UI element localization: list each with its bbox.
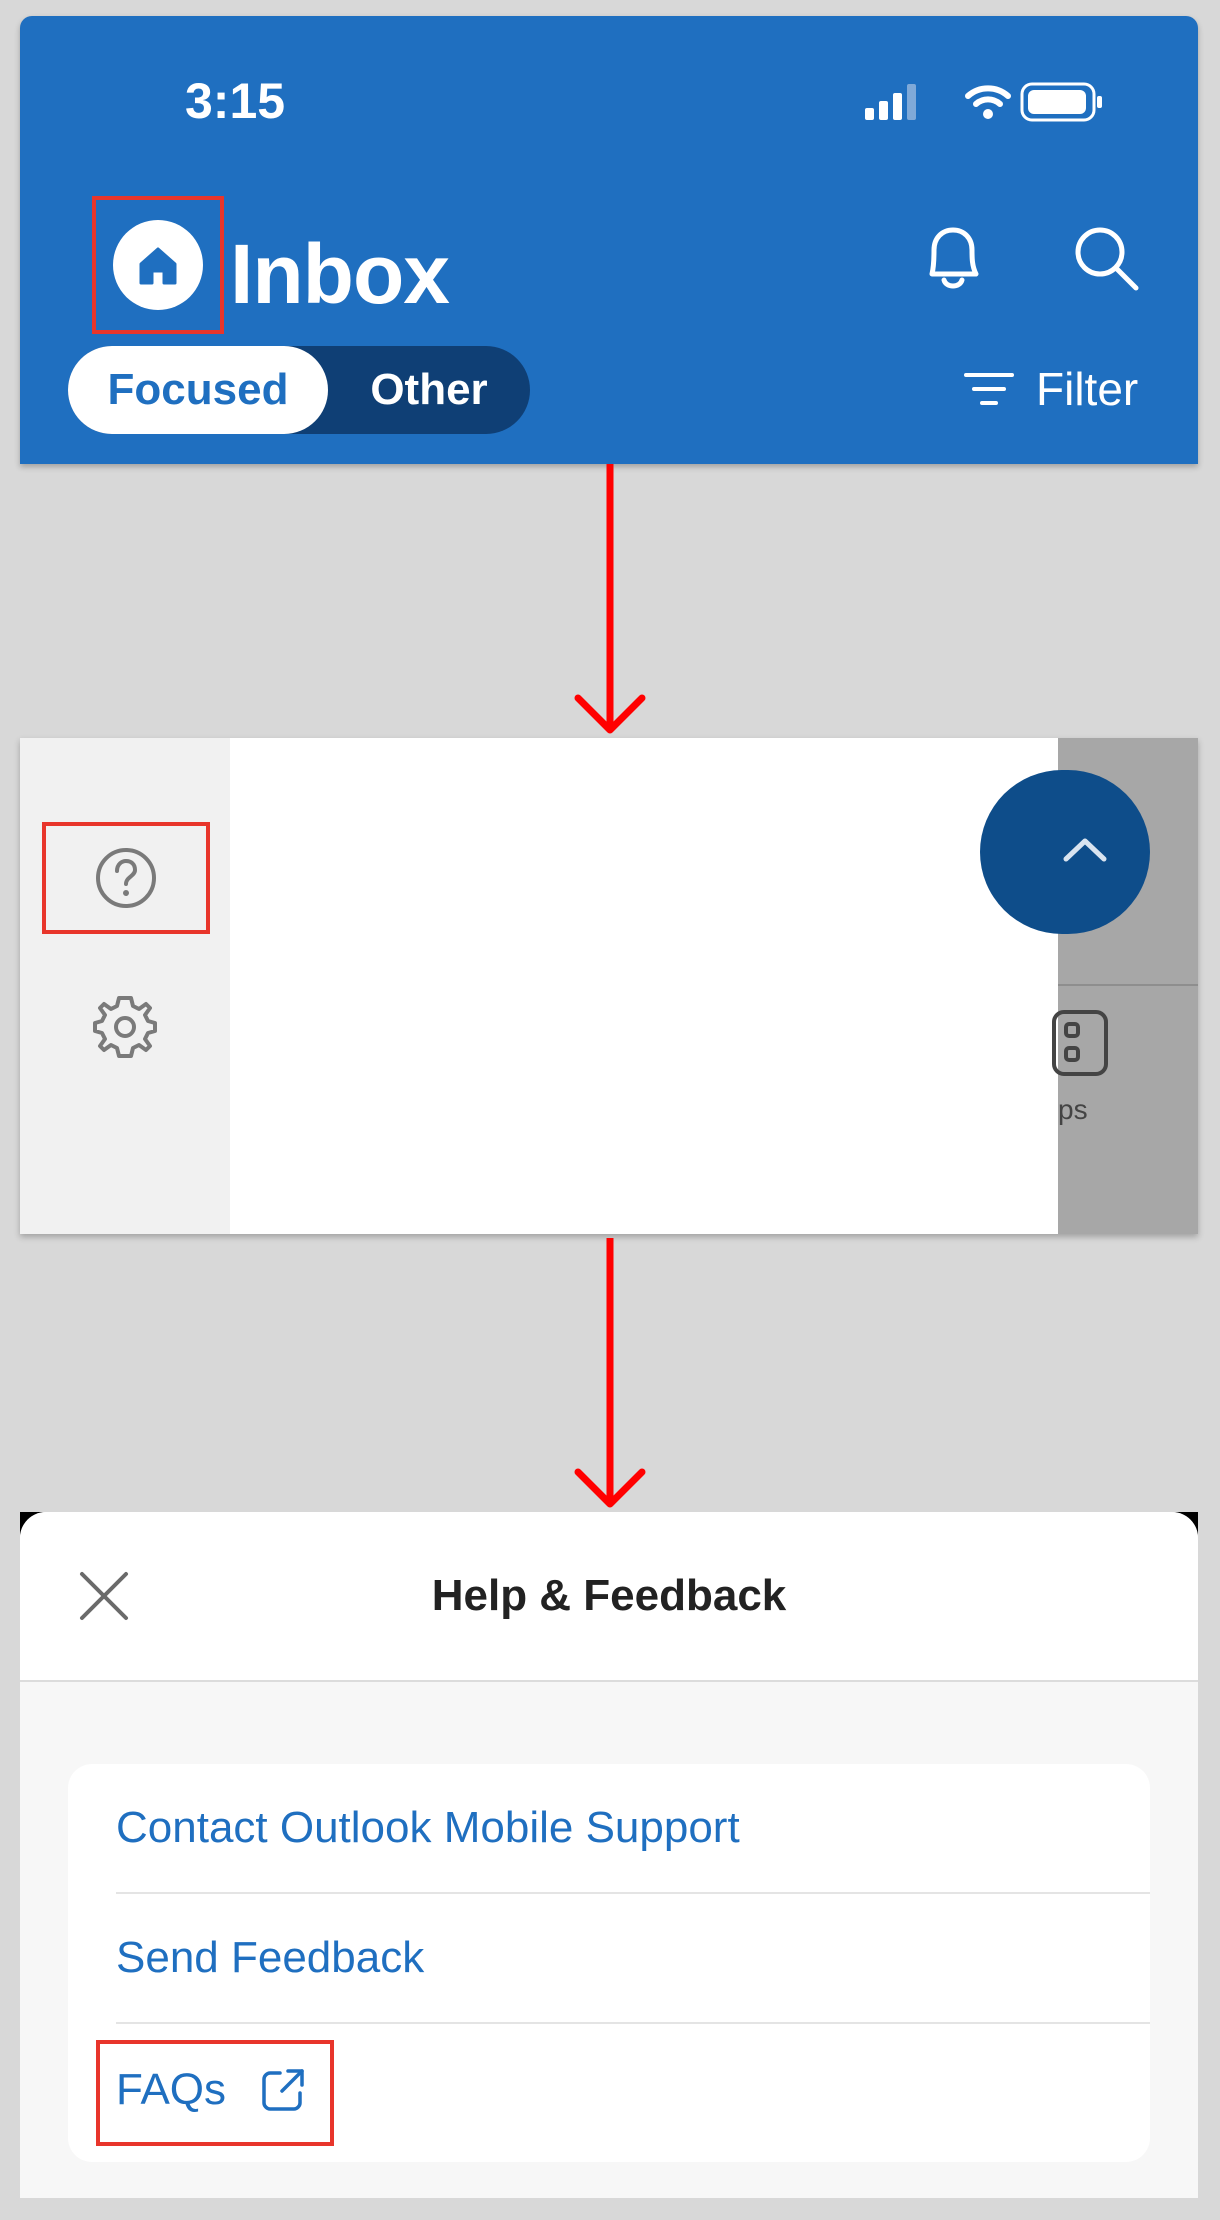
faqs-highlight-box — [96, 2040, 334, 2146]
step-arrow-1 — [574, 464, 646, 734]
step-arrow-2 — [574, 1238, 646, 1508]
status-bar-time: 3:15 — [185, 73, 286, 129]
filter-icon — [964, 373, 1014, 405]
apps-tab-label: ps — [1058, 1094, 1088, 1125]
inbox-tab-switcher: Focused Other — [68, 346, 530, 434]
send-feedback-link[interactable]: Send Feedback — [116, 1894, 1150, 2024]
help-feedback-panel: Help & Feedback Contact Outlook Mobile S… — [20, 1512, 1198, 2198]
tab-focused[interactable]: Focused — [68, 346, 328, 434]
drawer-icon-rail — [20, 738, 230, 1234]
settings-gear-icon[interactable] — [92, 994, 158, 1060]
close-icon[interactable] — [78, 1570, 130, 1622]
help-button[interactable] — [42, 822, 210, 934]
drawer-content — [230, 738, 1058, 1234]
battery-icon — [1020, 82, 1102, 122]
filter-label: Filter — [1036, 363, 1139, 415]
help-feedback-sheet: Help & Feedback Contact Outlook Mobile S… — [20, 1512, 1198, 2198]
sheet-title: Help & Feedback — [431, 1571, 787, 1620]
contact-support-link[interactable]: Contact Outlook Mobile Support — [116, 1764, 1150, 1894]
tab-bar-divider — [1058, 984, 1198, 986]
wifi-icon — [965, 85, 1011, 119]
chevron-up-icon — [1063, 838, 1107, 862]
tab-other[interactable]: Other — [328, 365, 530, 415]
help-question-icon — [96, 848, 156, 908]
side-drawer-panel: ps — [20, 738, 1198, 1234]
bell-icon[interactable] — [920, 222, 986, 298]
apps-icon — [1052, 1010, 1108, 1076]
cellular-signal-icon — [865, 84, 916, 120]
inbox-header-panel: 3:15 Inbox Focused Other Filter — [20, 16, 1198, 464]
sheet-header: Help & Feedback — [20, 1512, 1198, 1682]
search-icon[interactable] — [1070, 222, 1142, 294]
home-button[interactable] — [92, 196, 224, 334]
account-home-icon — [113, 220, 203, 310]
contact-support-label: Contact Outlook Mobile Support — [116, 1803, 740, 1852]
send-feedback-label: Send Feedback — [116, 1933, 425, 1982]
filter-button[interactable]: Filter — [964, 362, 1138, 416]
page-title: Inbox — [230, 227, 450, 321]
